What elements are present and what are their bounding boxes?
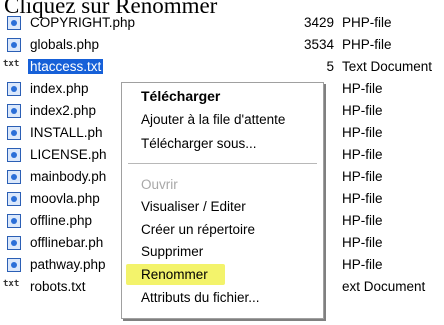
menu-item-renommer[interactable]: Renommer	[126, 264, 225, 285]
file-type: HP-file	[342, 103, 383, 118]
file-name: INSTALL.ph	[30, 125, 103, 140]
php-file-icon	[7, 148, 21, 162]
file-type: HP-file	[342, 81, 383, 96]
file-type: HP-file	[342, 191, 383, 206]
file-name: index.php	[30, 81, 89, 96]
file-size: 3534	[303, 37, 334, 52]
file-type: Text Document	[342, 59, 433, 74]
context-menu: Télécharger Ajouter à la file d'attente Té…	[121, 82, 324, 319]
menu-separator	[128, 163, 317, 164]
php-file-icon	[7, 236, 21, 250]
file-type: HP-file	[342, 125, 383, 140]
file-name: index2.php	[30, 103, 97, 118]
file-name: mainbody.ph	[30, 169, 107, 184]
php-file-icon	[7, 16, 21, 30]
file-type: ext Document	[342, 279, 426, 294]
file-name: pathway.php	[30, 257, 106, 272]
php-file-icon	[7, 192, 21, 206]
file-name: globals.php	[30, 37, 100, 52]
menu-item-creer-un-repertoire[interactable]: Créer un répertoire	[126, 219, 319, 240]
menu-item-attributs-du-fichier[interactable]: Attributs du fichier...	[126, 287, 319, 308]
file-row[interactable]: globals.php 3534 PHP-file	[0, 35, 444, 57]
php-file-icon	[7, 170, 21, 184]
menu-item-telecharger[interactable]: Télécharger	[126, 86, 319, 107]
file-type: HP-file	[342, 257, 383, 272]
php-file-icon	[7, 104, 21, 118]
file-row[interactable]: COPYRIGHT.php 3429 PHP-file	[0, 13, 444, 35]
file-size: 5	[326, 59, 334, 74]
file-type: HP-file	[342, 213, 383, 228]
file-type: PHP-file	[342, 37, 392, 52]
file-name: offlinebar.ph	[30, 235, 104, 250]
file-name: offline.php	[30, 213, 93, 228]
file-row[interactable]: txt htaccess.txt 5 Text Document	[0, 57, 444, 79]
php-file-icon	[7, 258, 21, 272]
text-file-icon: txt	[3, 59, 20, 69]
php-file-icon	[7, 38, 21, 52]
file-type: HP-file	[342, 169, 383, 184]
php-file-icon	[7, 214, 21, 228]
menu-item-visualiser-editer[interactable]: Visualiser / Editer	[126, 196, 319, 217]
file-type: HP-file	[342, 147, 383, 162]
php-file-icon	[7, 82, 21, 96]
file-name: robots.txt	[30, 279, 86, 294]
menu-item-ouvrir: Ouvrir	[141, 177, 178, 192]
menu-item-ajouter-a-la-file-d-attente[interactable]: Ajouter à la file d'attente	[126, 109, 319, 130]
file-name: LICENSE.ph	[30, 147, 107, 162]
php-file-icon	[7, 126, 21, 140]
file-size: 3429	[303, 15, 334, 30]
text-file-icon: txt	[3, 279, 20, 289]
file-type: HP-file	[342, 235, 383, 250]
file-name: moovla.php	[30, 191, 100, 206]
menu-item-telecharger-sous[interactable]: Télécharger sous...	[126, 133, 319, 154]
file-name: htaccess.txt	[26, 58, 105, 75]
file-name: COPYRIGHT.php	[30, 15, 136, 30]
file-type: PHP-file	[342, 15, 392, 30]
menu-item-supprimer[interactable]: Supprimer	[126, 241, 319, 262]
